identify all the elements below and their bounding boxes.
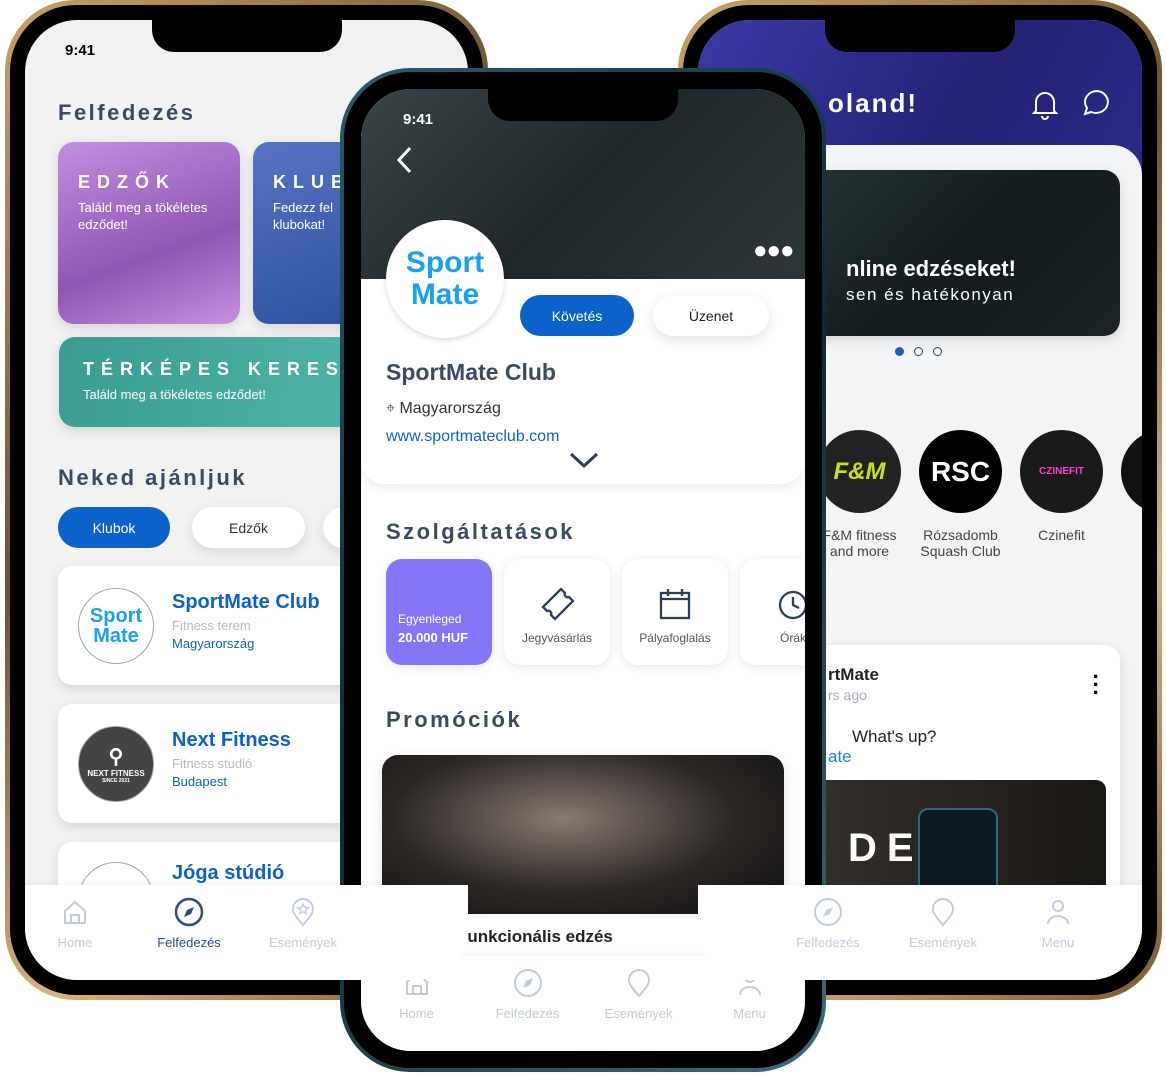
tab-events[interactable]: Események (589, 968, 689, 1021)
promotions-title: Promóciók (386, 707, 523, 732)
banner-subtitle: sen és hatékonyan (846, 285, 1015, 304)
clock-icon (778, 590, 805, 620)
club-item[interactable]: CZINEFIT Czinefit (1020, 430, 1103, 559)
notch (151, 20, 342, 52)
user-icon (1047, 900, 1069, 925)
service-court-booking[interactable]: Pályafoglalás (622, 559, 728, 665)
calendar-icon (659, 589, 691, 620)
tab-menu[interactable]: Menu (1008, 897, 1108, 950)
tile-title: EDZŐK (78, 172, 176, 192)
message-button[interactable]: Üzenet (653, 295, 769, 336)
status-time: 9:41 (65, 42, 96, 59)
balance-card[interactable]: Egyenleged 20.000 HUF (386, 559, 492, 665)
club-logo: CZINEFIT (1020, 430, 1103, 513)
chat-icon[interactable] (1082, 88, 1112, 118)
tab-explore[interactable]: Felfedezés (478, 968, 578, 1021)
post-author: rtMate (828, 665, 880, 684)
club-logo: Sport Mate (386, 220, 504, 338)
section-title: Neked ajánljuk (58, 465, 248, 490)
service-tickets[interactable]: Jegyvásárlás (504, 559, 610, 665)
club-logo: RSC (919, 430, 1002, 513)
club-logo: Sport Mate (78, 587, 154, 664)
more-vertical-icon[interactable]: · · · (1093, 666, 1100, 704)
tab-explore[interactable]: Felfedezés (778, 897, 878, 950)
club-logo: ⚲ NEXT FITNESS SINCE 2021 (78, 725, 154, 802)
post-time: rs ago (828, 687, 867, 703)
status-time: 9:41 (403, 111, 434, 128)
back-icon[interactable] (395, 145, 413, 175)
club-type: Fitness studió (172, 755, 253, 771)
club-name: SportMate Club (386, 359, 556, 385)
more-icon[interactable]: ●●● (753, 237, 794, 265)
trainers-tile[interactable]: EDZŐK Találd meg a tökéletes edződet! (58, 142, 240, 324)
club-type: Fitness terem (172, 617, 251, 633)
tile-subtitle: Találd meg a tökéletes edződet! (78, 200, 208, 232)
tab-home[interactable]: Home (25, 897, 125, 950)
compass-icon (174, 897, 204, 927)
club-name: Rózsadomb Squash Club (920, 527, 1001, 559)
post-text: What's up? (852, 727, 937, 746)
promo-name: Funkcionális edzés (457, 927, 613, 946)
ticket-icon (541, 587, 575, 621)
post-link[interactable]: ate (828, 747, 852, 767)
pin-icon: ⌖ (386, 400, 400, 417)
service-classes[interactable]: Órák (740, 559, 805, 665)
tab-explore[interactable]: Felfedezés (139, 897, 239, 950)
club-location: Magyarország (172, 635, 255, 651)
club-name: Czinefit (1038, 527, 1085, 543)
notch (825, 20, 1015, 52)
club-name: Next Fitness (172, 728, 291, 751)
chevron-down-icon[interactable] (569, 451, 599, 469)
services-title: Szolgáltatások (386, 519, 576, 544)
compass-icon (814, 898, 842, 926)
location: ⌖ Magyarország (386, 400, 501, 417)
tab-events[interactable]: Események (893, 897, 993, 950)
location-star-icon (627, 969, 650, 998)
notch (488, 89, 678, 121)
club-name: F&M fitness and more (822, 527, 897, 559)
website-link[interactable]: www.sportmateclub.com (386, 428, 559, 446)
club-name: Jóga stúdió (172, 862, 285, 884)
page-title: Felfedezés (58, 100, 196, 125)
club-item[interactable]: RSC Rózsadomb Squash Club (919, 430, 1002, 559)
home-icon (64, 900, 86, 924)
follow-button[interactable]: Követés (520, 295, 634, 336)
location-star-icon (291, 898, 315, 927)
tab-events[interactable]: Események (253, 897, 353, 950)
bell-icon[interactable] (1030, 88, 1060, 120)
location-star-icon (931, 898, 955, 927)
compass-icon (513, 969, 542, 997)
banner-title: nline edzéseket! (846, 256, 1016, 281)
carousel-dots[interactable] (895, 347, 942, 356)
chip-clubs[interactable]: Klubok (58, 507, 170, 548)
greeting: oland! (828, 88, 918, 118)
club-logo[interactable] (1121, 430, 1142, 513)
tile-subtitle: Fedezz fel klubokat! (273, 200, 333, 232)
club-logo: F&M (818, 430, 901, 513)
club-item[interactable]: F&M F&M fitness and more (818, 430, 901, 559)
club-name: SportMate Club (172, 590, 320, 613)
club-location: Budapest (172, 773, 227, 789)
chip-trainers[interactable]: Edzők (192, 507, 305, 548)
